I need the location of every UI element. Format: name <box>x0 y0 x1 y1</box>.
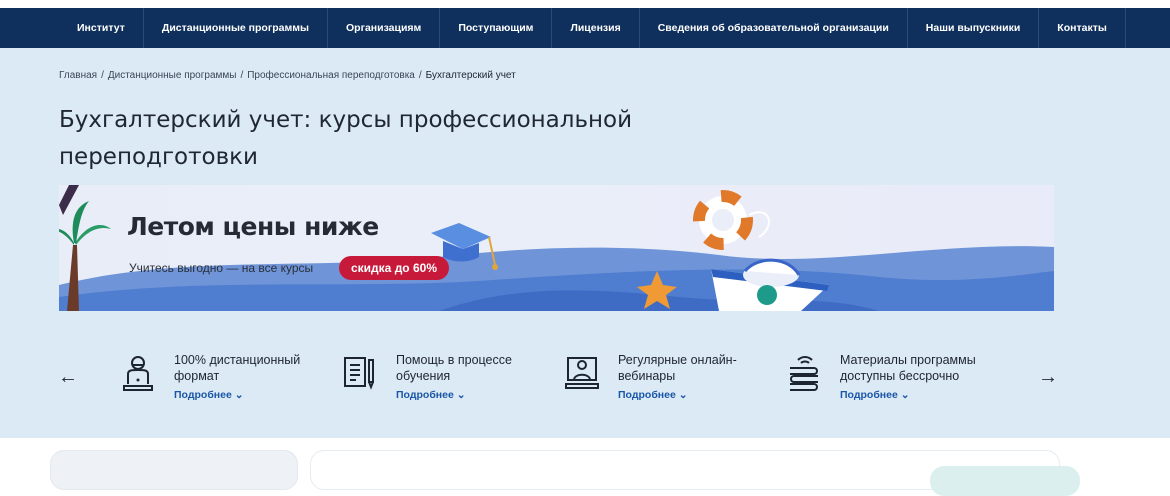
floating-widget[interactable] <box>930 466 1080 496</box>
banner-illustration <box>59 185 1054 311</box>
feature-more-link[interactable]: Подробнее ⌄ <box>618 389 688 401</box>
nav-item-org-info[interactable]: Сведения об образовательной организации <box>638 8 907 48</box>
discount-badge: скидка до 60% <box>339 256 449 280</box>
breadcrumb: Главная / Дистанционные программы / Професси… <box>59 70 516 81</box>
feature-text: Материалы программы доступны бессрочно <box>840 353 976 383</box>
nav-item-institute[interactable]: Институт <box>59 8 143 48</box>
features-carousel: ← 100% дистанционный формат Подробнее ⌄ … <box>0 352 1170 412</box>
breadcrumb-separator: / <box>418 70 422 81</box>
webinar-teacher-icon <box>565 357 599 389</box>
feature-more-link[interactable]: Подробнее ⌄ <box>174 389 244 401</box>
banner-title: Летом цены ниже <box>127 212 379 241</box>
feature-item-remote: 100% дистанционный формат Подробнее ⌄ <box>120 352 320 412</box>
breadcrumb-separator: / <box>101 70 104 81</box>
breadcrumb-distance-programs[interactable]: Дистанционные программы <box>108 70 237 81</box>
nav-item-distance-programs[interactable]: Дистанционные программы <box>142 8 327 48</box>
nav-item-organizations[interactable]: Организациям <box>326 8 439 48</box>
feature-more-link[interactable]: Подробнее ⌄ <box>840 389 910 401</box>
promo-banner[interactable]: Летом цены ниже Учитесь выгодно — на все… <box>59 185 1054 311</box>
breadcrumb-retraining[interactable]: Профессиональная переподготовка <box>247 70 415 81</box>
chevron-down-icon: ⌄ <box>234 389 244 401</box>
feature-item-materials: Материалы программы доступны бессрочно П… <box>786 352 996 412</box>
feature-text: 100% дистанционный формат <box>174 353 301 383</box>
feature-text: Помощь в процессе обучения <box>396 353 512 383</box>
chevron-down-icon: ⌄ <box>678 389 688 401</box>
breadcrumb-current: Бухгалтерский учет <box>425 70 516 81</box>
banner-subtitle: Учитесь выгодно — на все курсы <box>129 261 314 275</box>
carousel-next-arrow-icon[interactable]: → <box>1038 366 1058 389</box>
carousel-prev-arrow-icon[interactable]: ← <box>58 366 78 389</box>
nav-item-license[interactable]: Лицензия <box>551 8 638 48</box>
feature-item-help: Помощь в процессе обучения Подробнее ⌄ <box>342 352 542 412</box>
materials-stack-icon <box>790 356 818 391</box>
sidebar-card <box>50 450 298 490</box>
feature-more-link[interactable]: Подробнее ⌄ <box>396 389 466 401</box>
document-pen-icon <box>344 357 374 390</box>
breadcrumb-home[interactable]: Главная <box>59 70 97 81</box>
feature-text: Регулярные онлайн-вебинары <box>618 353 737 383</box>
remote-user-icon <box>123 356 153 391</box>
chevron-down-icon: ⌄ <box>900 389 910 401</box>
breadcrumb-separator: / <box>240 70 244 81</box>
nav-item-graduates[interactable]: Наши выпускники <box>906 8 1039 48</box>
lifebuoy-icon <box>693 190 770 250</box>
chevron-down-icon: ⌄ <box>456 389 466 401</box>
feature-item-webinars: Регулярные онлайн-вебинары Подробнее ⌄ <box>564 352 764 412</box>
top-navigation: Институт Дистанционные программы Организ… <box>0 8 1170 48</box>
nav-item-applicants[interactable]: Поступающим <box>439 8 551 48</box>
nav-item-contacts[interactable]: Контакты <box>1038 8 1126 48</box>
page-title: Бухгалтерский учет: курсы профессиональн… <box>59 107 633 170</box>
palm-trunk <box>67 245 79 311</box>
